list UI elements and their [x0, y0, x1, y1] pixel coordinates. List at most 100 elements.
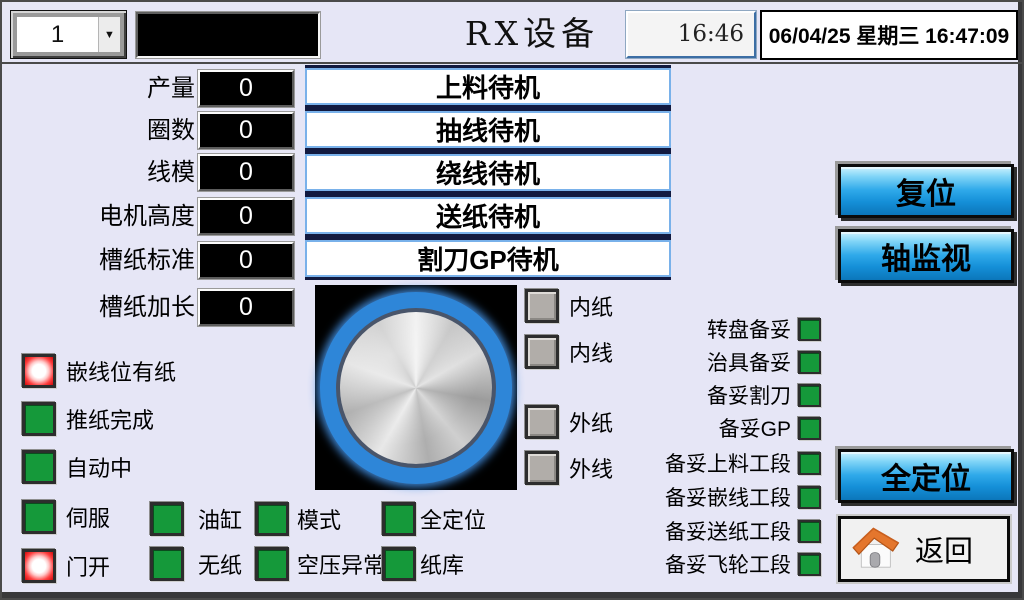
status-message-stack: 上料待机 抽线待机 绕线待机 送纸待机 割刀GP待机	[305, 65, 671, 280]
ready-feed-section: 备妥上料工段	[602, 450, 821, 476]
lamp-oil-cylinder: 油缸	[150, 502, 242, 536]
lamp-insert-paper-present: 嵌线位有纸	[22, 354, 176, 388]
servo-lamp	[22, 500, 56, 534]
ready-jig: 治具备妥	[602, 349, 821, 375]
page-title: RX设备	[432, 14, 632, 54]
param-value-output: 0	[198, 70, 294, 107]
door-open-lamp	[22, 549, 56, 583]
turntable-graphic	[315, 285, 517, 490]
param-label-motor-height: 电机高度	[9, 198, 195, 235]
full-position-lamp	[382, 502, 416, 536]
param-value-paper-ext: 0	[198, 289, 294, 326]
ready-cutter-lamp	[798, 384, 821, 407]
inner-wire-lamp	[525, 335, 559, 369]
no-paper-label: 无纸	[198, 548, 242, 580]
ready-turntable: 转盘备妥	[602, 316, 821, 342]
ready-cutter-label: 备妥割刀	[707, 380, 791, 410]
push-paper-done-label: 推纸完成	[66, 403, 154, 435]
lamp-push-paper-done: 推纸完成	[22, 402, 154, 436]
insert-paper-present-label: 嵌线位有纸	[66, 355, 176, 387]
indicator-outer-wire: 外线	[525, 451, 613, 485]
insert-paper-present-lamp	[22, 354, 56, 388]
push-paper-done-lamp	[22, 402, 56, 436]
param-value-paper-std: 0	[198, 242, 294, 279]
paper-magazine-lamp	[382, 547, 416, 581]
oil-cylinder-lamp	[150, 502, 184, 536]
ready-feed-section-lamp	[798, 452, 821, 475]
ready-gp-lamp	[798, 417, 821, 440]
header-divider	[2, 62, 1022, 64]
ready-feed-section-label: 备妥上料工段	[665, 448, 791, 478]
param-label-output: 产量	[9, 70, 195, 107]
param-value-wire-die: 0	[198, 154, 294, 191]
lamp-auto-mode: 自动中	[22, 450, 132, 484]
param-label-turns: 圈数	[9, 112, 195, 149]
ready-insert-section-lamp	[798, 486, 821, 509]
back-button[interactable]: 返回	[838, 516, 1010, 582]
reset-button[interactable]: 复位	[838, 164, 1014, 218]
servo-label: 伺服	[66, 501, 110, 533]
clock-button[interactable]: 16:46	[626, 11, 756, 58]
ready-paper-section-label: 备妥送纸工段	[665, 516, 791, 546]
ready-jig-lamp	[798, 351, 821, 374]
mode-label: 模式	[297, 503, 341, 535]
param-value-turns: 0	[198, 112, 294, 149]
full-position-label: 全定位	[420, 503, 486, 535]
param-label-paper-ext: 槽纸加长	[9, 289, 195, 326]
inner-paper-lamp	[525, 289, 559, 323]
datetime-display: 06/04/25 星期三 16:47:09	[760, 10, 1018, 60]
indicator-outer-paper: 外纸	[525, 405, 613, 439]
lamp-full-position: 全定位	[382, 502, 486, 536]
mode-lamp	[255, 502, 289, 536]
paper-magazine-label: 纸库	[420, 548, 464, 580]
ready-gp: 备妥GP	[602, 415, 821, 441]
status-cutter-gp: 割刀GP待机	[305, 240, 671, 277]
no-paper-lamp	[150, 547, 184, 581]
axis-monitor-button[interactable]: 轴监视	[838, 229, 1014, 283]
auto-mode-label: 自动中	[66, 451, 132, 483]
door-open-label: 门开	[66, 550, 110, 582]
turntable-disc	[340, 312, 492, 464]
back-button-label: 返回	[915, 528, 973, 570]
status-feeding: 上料待机	[305, 68, 671, 105]
indicator-inner-paper: 内纸	[525, 289, 613, 323]
status-paper: 送纸待机	[305, 197, 671, 234]
air-pressure-alarm-lamp	[255, 547, 289, 581]
ready-turntable-label: 转盘备妥	[707, 314, 791, 344]
ready-flywheel-section-lamp	[798, 553, 821, 576]
station-selector[interactable]: 1 ▼	[10, 10, 127, 59]
lamp-servo: 伺服	[22, 500, 110, 534]
ready-gp-label: 备妥GP	[719, 413, 791, 443]
oil-cylinder-label: 油缸	[198, 503, 242, 535]
lamp-mode: 模式	[255, 502, 341, 536]
ready-turntable-lamp	[798, 318, 821, 341]
ready-flywheel-section-label: 备妥飞轮工段	[665, 549, 791, 579]
status-drawing: 抽线待机	[305, 111, 671, 148]
param-label-paper-std: 槽纸标准	[9, 242, 195, 279]
ready-jig-label: 治具备妥	[707, 347, 791, 377]
full-position-button[interactable]: 全定位	[838, 449, 1014, 503]
ready-flywheel-section: 备妥飞轮工段	[602, 551, 821, 577]
ready-cutter: 备妥割刀	[602, 382, 821, 408]
param-label-wire-die: 线模	[9, 154, 195, 191]
turntable-ring	[320, 292, 512, 484]
auto-mode-lamp	[22, 450, 56, 484]
chevron-down-icon[interactable]: ▼	[98, 17, 120, 52]
header-message-display	[136, 12, 320, 58]
ready-insert-section-label: 备妥嵌线工段	[665, 482, 791, 512]
station-selector-value: 1	[17, 17, 98, 52]
hmi-screen: 1 ▼ RX设备 16:46 06/04/25 星期三 16:47:09 产量 …	[0, 0, 1024, 600]
lamp-air-pressure-alarm: 空压异常	[255, 547, 385, 581]
home-icon	[849, 522, 901, 577]
status-winding: 绕线待机	[305, 154, 671, 191]
indicator-inner-wire: 内线	[525, 335, 613, 369]
lamp-no-paper: 无纸	[150, 547, 242, 581]
lamp-door-open: 门开	[22, 549, 110, 583]
param-value-motor-height: 0	[198, 198, 294, 235]
lamp-paper-magazine: 纸库	[382, 547, 464, 581]
air-pressure-alarm-label: 空压异常	[297, 548, 385, 580]
ready-paper-section-lamp	[798, 520, 821, 543]
outer-paper-lamp	[525, 405, 559, 439]
ready-insert-section: 备妥嵌线工段	[602, 484, 821, 510]
outer-wire-lamp	[525, 451, 559, 485]
